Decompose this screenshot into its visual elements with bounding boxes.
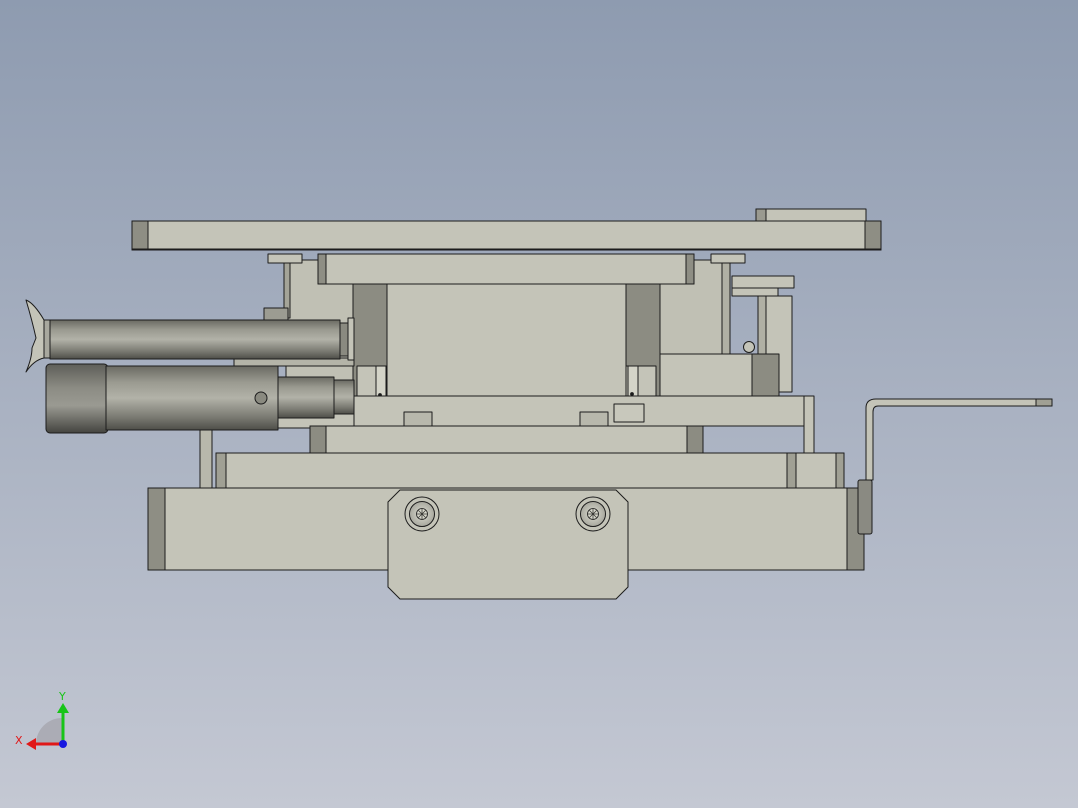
cylinder-boss	[263, 307, 289, 321]
cad-viewport[interactable]: Y X	[0, 0, 1078, 808]
top-right-tab	[755, 208, 867, 222]
z-axis-dot	[59, 740, 67, 748]
spacer-block-left	[267, 253, 303, 264]
rear-frame-side	[721, 261, 731, 355]
spacer-block-right	[710, 253, 746, 264]
left-support-post	[199, 427, 213, 489]
upper-plate	[317, 253, 695, 285]
central-housing	[352, 283, 661, 413]
screw-left	[404, 496, 440, 532]
base-slab	[215, 452, 845, 489]
y-axis-label: Y	[58, 690, 66, 703]
screw-right	[575, 496, 611, 532]
top-plate	[131, 220, 882, 251]
lower-step-plate	[309, 425, 704, 454]
x-axis-label: X	[15, 734, 23, 747]
